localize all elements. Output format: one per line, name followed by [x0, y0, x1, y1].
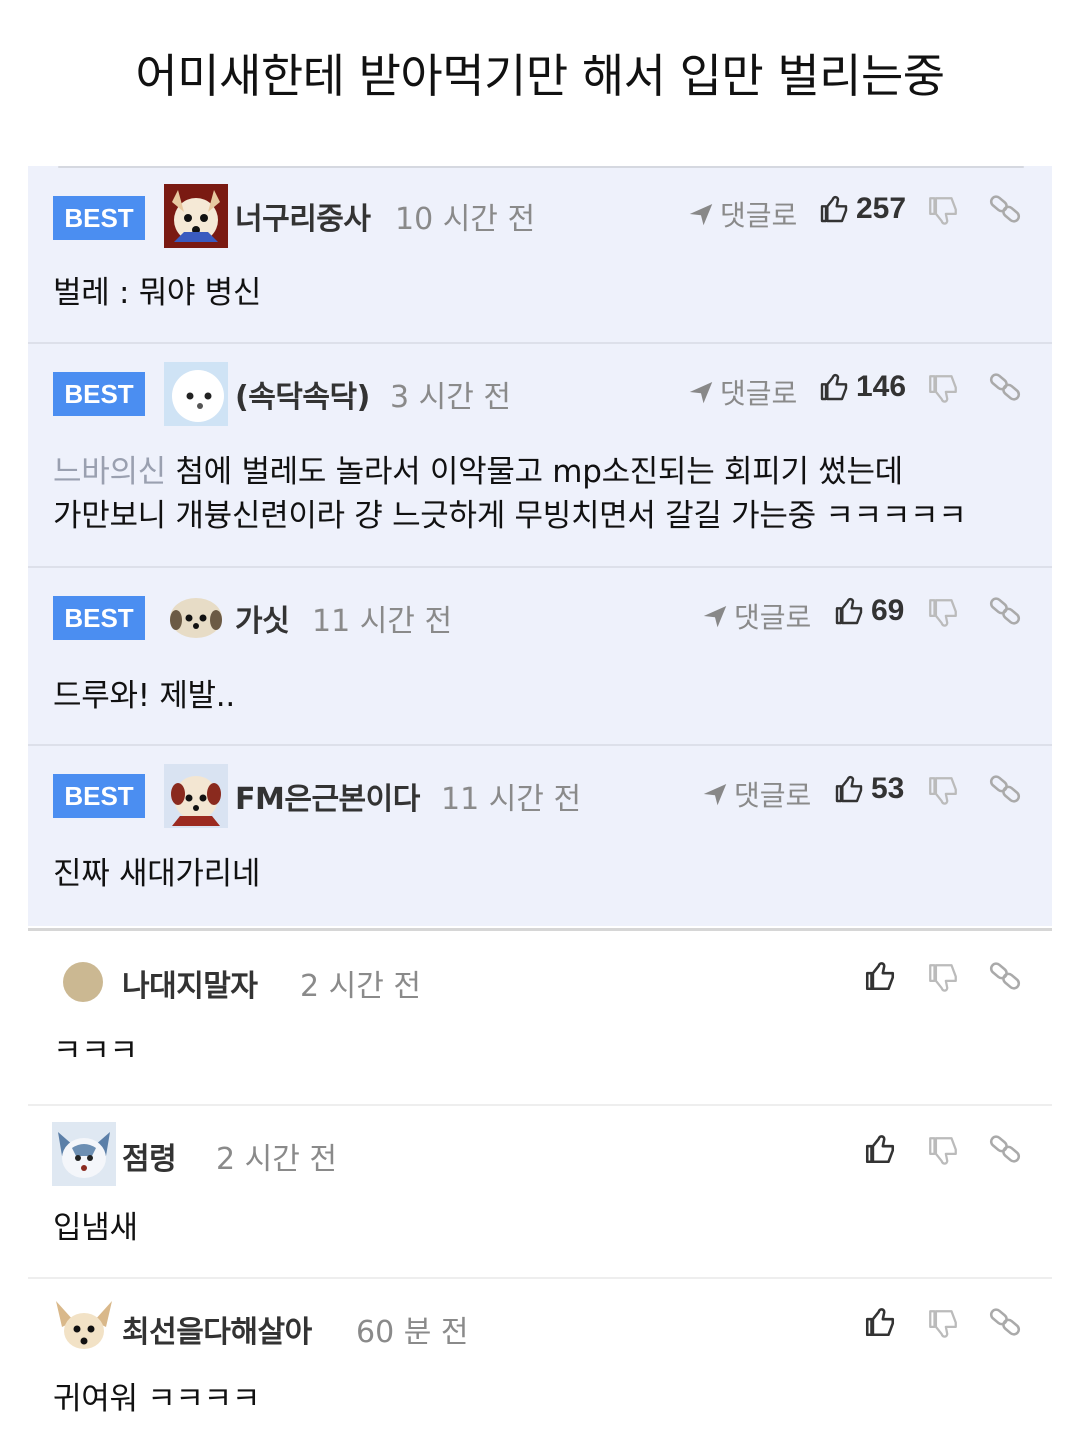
send-arrow-icon [703, 606, 727, 628]
comment-nickname[interactable]: (속닥속닥) [235, 372, 370, 416]
page-title: 어미새한테 받아먹기만 해서 입만 벌리는중 [135, 49, 945, 103]
comment-time: 11 시간 전 [312, 604, 453, 639]
chihuahua-avatar[interactable] [52, 1295, 116, 1359]
reply-button[interactable]: 댓글로 [686, 194, 797, 234]
link-icon[interactable] [988, 370, 1022, 404]
best-comment: BEST 너구리중사 10 시간 전 댓글로 257 벌레 : 뭐야 병신 [28, 168, 1052, 344]
best-badge: BEST [53, 774, 145, 818]
comment-time: 3 시간 전 [390, 380, 511, 415]
best-badge: BEST [53, 596, 145, 640]
comment-text: 입냄새 [53, 1210, 138, 1246]
thumbs-up-icon[interactable] [863, 1305, 897, 1339]
comment-text-line2: 가만보니 개븅신련이라 걍 느긋하게 무빙치면서 갈길 가는중 ㅋㅋㅋㅋㅋ [53, 498, 967, 534]
thumbs-down-icon[interactable] [926, 194, 960, 228]
thumbs-up-icon[interactable] [863, 959, 897, 993]
best-comment: BEST FM은근본이다 11 시간 전 댓글로 53 진짜 새대가리네 [28, 746, 1052, 926]
comment-nickname[interactable]: FM은근본이다 [235, 774, 420, 818]
link-icon[interactable] [988, 1132, 1022, 1166]
comment-text: 드루와! 제발.. [53, 678, 235, 714]
comment-text: ㅋㅋㅋ [53, 1033, 138, 1069]
comment: 점령 2 시간 전 입냄새 [28, 1106, 1052, 1279]
dog-avatar[interactable] [164, 764, 228, 828]
husky-avatar[interactable] [52, 1122, 116, 1186]
link-icon[interactable] [988, 959, 1022, 993]
comment-time: 2 시간 전 [300, 969, 421, 1004]
comment-nickname[interactable]: 점령 [122, 1134, 177, 1178]
thumbs-up-icon [835, 597, 863, 625]
thumbs-down-icon[interactable] [926, 1134, 960, 1168]
like-button[interactable]: 146 [818, 370, 906, 404]
like-count: 257 [856, 192, 907, 225]
comment-time: 11 시간 전 [441, 782, 582, 817]
comment-text-line1: 첨에 벌레도 놀라서 이악물고 mp소진되는 회피기 썼는데 [175, 454, 903, 490]
comment-nickname[interactable]: 너구리중사 [235, 194, 371, 238]
reply-button[interactable]: 댓글로 [686, 372, 797, 412]
reply-button[interactable]: 댓글로 [700, 774, 811, 814]
like-button[interactable]: 53 [833, 772, 904, 806]
link-icon[interactable] [988, 192, 1022, 226]
thumbs-up-icon [835, 775, 863, 803]
white-dog-avatar[interactable] [164, 362, 228, 426]
thumbs-down-icon[interactable] [926, 596, 960, 630]
reply-label: 댓글로 [720, 199, 798, 232]
send-arrow-icon [689, 204, 713, 226]
reply-label: 댓글로 [734, 601, 812, 634]
thumbs-up-icon [820, 373, 848, 401]
like-button[interactable]: 257 [818, 192, 906, 226]
like-count: 69 [871, 594, 905, 627]
dog-avatar[interactable] [164, 184, 228, 248]
thumbs-up-icon[interactable] [863, 1132, 897, 1166]
comment: 나대지말자 2 시간 전 ㅋㅋㅋ [28, 931, 1052, 1106]
like-count: 146 [856, 370, 907, 403]
like-button[interactable]: 69 [833, 594, 904, 628]
thumbs-down-icon[interactable] [926, 1307, 960, 1341]
thumbs-down-icon[interactable] [926, 961, 960, 995]
mention-tag[interactable]: 느바의신 [53, 454, 166, 490]
like-count: 53 [871, 772, 905, 805]
send-arrow-icon [689, 382, 713, 404]
comment-text: 벌레 : 뭐야 병신 [53, 275, 262, 311]
thumbs-down-icon[interactable] [926, 372, 960, 406]
link-icon[interactable] [988, 772, 1022, 806]
comment-text: 느바의신 첨에 벌레도 놀라서 이악물고 mp소진되는 회피기 썼는데 [53, 450, 903, 494]
comment-time: 2 시간 전 [216, 1142, 337, 1177]
best-badge: BEST [53, 372, 145, 416]
reply-button[interactable]: 댓글로 [700, 596, 811, 636]
send-arrow-icon [703, 784, 727, 806]
best-comment: BEST 가싯 11 시간 전 댓글로 69 드루와! 제발.. [28, 568, 1052, 746]
comment: 최선을다해살아 60 분 전 귀여워 ㅋㅋㅋㅋ [28, 1279, 1052, 1436]
comment-nickname[interactable]: 나대지말자 [122, 961, 258, 1005]
link-icon[interactable] [988, 594, 1022, 628]
comment-nickname[interactable]: 최선을다해살아 [122, 1307, 312, 1351]
thumbs-down-icon[interactable] [926, 774, 960, 808]
comment-text: 귀여워 ㅋㅋㅋㅋ [53, 1381, 261, 1417]
puppy-avatar[interactable] [164, 582, 228, 646]
comment-time: 60 분 전 [356, 1315, 469, 1350]
reply-label: 댓글로 [734, 779, 812, 812]
default-avatar[interactable] [62, 961, 104, 1003]
reply-label: 댓글로 [720, 377, 798, 410]
link-icon[interactable] [988, 1305, 1022, 1339]
comment-time: 10 시간 전 [395, 202, 536, 237]
thumbs-up-icon [820, 195, 848, 223]
comment-text: 진짜 새대가리네 [53, 856, 261, 892]
best-badge: BEST [53, 196, 145, 240]
best-comment: BEST (속닥속닥) 3 시간 전 댓글로 146 느바의신 첨에 벌레도 놀… [28, 344, 1052, 568]
comment-nickname[interactable]: 가싯 [235, 596, 290, 640]
